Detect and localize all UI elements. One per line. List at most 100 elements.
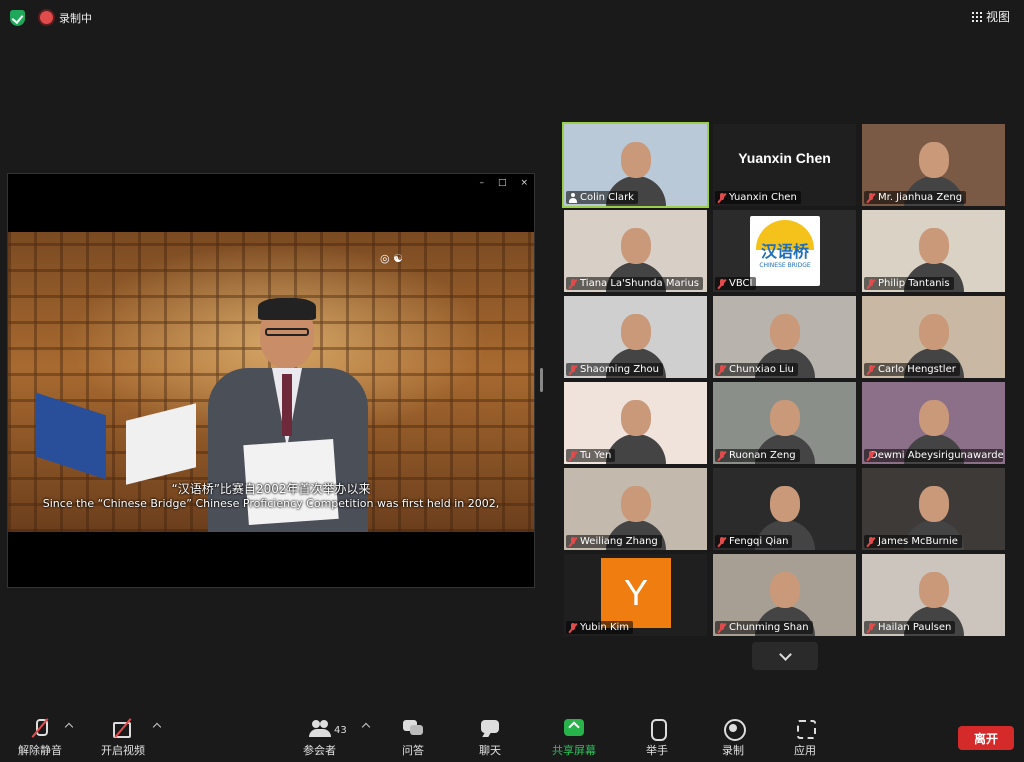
top-bar: 录制中 视图: [0, 0, 1024, 36]
participant-face: [769, 572, 800, 608]
participant-tile[interactable]: Y Yubin Kim: [564, 554, 707, 636]
participant-tile[interactable]: Ruonan Zeng: [713, 382, 856, 464]
participant-name-tag: Yuanxin Chen: [715, 191, 801, 204]
participant-tile[interactable]: Tiana La'Shunda Marius: [564, 210, 707, 292]
participant-name-tag: Dewmi Abeysirigunawardena: [864, 449, 1003, 462]
participant-name-tag: Weiliang Zhang: [566, 535, 662, 548]
participant-face: [918, 486, 949, 522]
participant-tile[interactable]: Shaoming Zhou: [564, 296, 707, 378]
record-icon: [722, 718, 746, 741]
raise-hand-button[interactable]: 举手: [646, 718, 668, 758]
participant-tile[interactable]: Dewmi Abeysirigunawardena: [862, 382, 1005, 464]
security-shield-icon[interactable]: [10, 10, 25, 26]
microphone-muted-icon: [867, 278, 875, 289]
participant-name-tag: Philip Tantanis: [864, 277, 954, 290]
microphone-muted-icon: [718, 622, 726, 633]
participant-name-tag: Shaoming Zhou: [566, 363, 663, 376]
participant-tile[interactable]: Hailan Paulsen: [862, 554, 1005, 636]
subtitle-chinese: “汉语桥”比赛自2002年首次举办以来: [171, 482, 371, 496]
participant-name-tag: Mr. Jianhua Zeng: [864, 191, 967, 204]
participant-name: Hailan Paulsen: [878, 622, 952, 633]
participants-options-caret-icon[interactable]: [361, 722, 371, 732]
microphone-muted-icon: [569, 364, 577, 375]
participant-tile[interactable]: Mr. Jianhua Zeng: [862, 124, 1005, 206]
participant-name: Carlo Hengstler: [878, 364, 956, 375]
participant-face: [918, 142, 949, 178]
participant-gallery: Colin Clark Yuanxin Chen Yuanxin Chen Mr. J…: [562, 122, 1006, 636]
chat-button[interactable]: 聊天: [479, 718, 501, 758]
microphone-muted-icon: [867, 536, 875, 547]
view-button[interactable]: 视图: [971, 8, 1010, 25]
participant-tile[interactable]: 汉语桥 CHINESE BRIDGE VBCI: [713, 210, 856, 292]
participant-name: Shaoming Zhou: [580, 364, 659, 375]
participant-face: [620, 314, 651, 350]
participant-name: Yubin Kim: [580, 622, 630, 633]
participant-name: Fengqi Qian: [729, 536, 789, 547]
participant-name-tag: Hailan Paulsen: [864, 621, 956, 634]
participant-tile[interactable]: Carlo Hengstler: [862, 296, 1005, 378]
participant-face: [620, 486, 651, 522]
participants-icon: [308, 718, 331, 738]
recording-icon[interactable]: [40, 11, 53, 24]
host-icon: [569, 192, 577, 203]
participant-tile[interactable]: Tu Yen: [564, 382, 707, 464]
microphone-muted-icon: [718, 364, 726, 375]
participant-name: Mr. Jianhua Zeng: [878, 192, 963, 203]
video-options-caret-icon[interactable]: [152, 722, 162, 732]
participant-tile[interactable]: Fengqi Qian: [713, 468, 856, 550]
participant-tile[interactable]: Chunxiao Liu: [713, 296, 856, 378]
participant-name-tag: VBCI: [715, 277, 757, 290]
participant-tile[interactable]: Weiliang Zhang: [564, 468, 707, 550]
participant-name-tag: Fengqi Qian: [715, 535, 793, 548]
window-controls: – □ ×: [479, 178, 528, 188]
participant-name: Ruonan Zeng: [729, 450, 796, 461]
apps-button[interactable]: 应用: [794, 718, 816, 758]
participant-tile[interactable]: Yuanxin Chen Yuanxin Chen: [713, 124, 856, 206]
minimize-icon[interactable]: –: [479, 178, 484, 188]
start-video-label: 开启视频: [101, 744, 145, 757]
participant-name: Chunming Shan: [729, 622, 809, 633]
microphone-muted-icon: [867, 364, 875, 375]
shared-screen-window[interactable]: – □ × ◎ ☯ “汉语桥”比赛自2002年首次举办以来 Since the …: [7, 173, 535, 588]
participant-tile[interactable]: Philip Tantanis: [862, 210, 1005, 292]
participant-name-tag: Ruonan Zeng: [715, 449, 800, 462]
microphone-muted-icon: [718, 192, 726, 203]
chinese-bridge-logo-icon: 汉语桥 CHINESE BRIDGE: [750, 216, 820, 286]
participant-name-tag: Tu Yen: [566, 449, 616, 462]
unmute-label: 解除静音: [18, 744, 62, 757]
participant-name: James McBurnie: [878, 536, 958, 547]
participant-name-tag: Chunming Shan: [715, 621, 813, 634]
participant-name-tag: James McBurnie: [864, 535, 962, 548]
share-screen-label: 共享屏幕: [552, 744, 596, 757]
gallery-next-page-button[interactable]: [752, 642, 818, 670]
qa-button[interactable]: 问答: [402, 718, 424, 758]
microphone-muted-icon: [569, 622, 577, 633]
participant-face: [620, 400, 651, 436]
microphone-muted-icon: [718, 536, 726, 547]
participant-name: Dewmi Abeysirigunawardena: [870, 450, 1003, 461]
leave-button[interactable]: 离开: [958, 726, 1014, 750]
participant-tile[interactable]: Chunming Shan: [713, 554, 856, 636]
participant-name-tag: Colin Clark: [566, 191, 638, 204]
camera-off-icon: [112, 718, 134, 738]
recording-label[interactable]: 录制中: [59, 10, 92, 26]
qa-label: 问答: [402, 744, 424, 757]
close-icon[interactable]: ×: [520, 178, 528, 188]
participant-tile[interactable]: James McBurnie: [862, 468, 1005, 550]
apps-label: 应用: [794, 744, 816, 757]
avatar: Y: [601, 558, 671, 628]
participant-name-card: Yuanxin Chen: [738, 150, 831, 166]
participant-name: Weiliang Zhang: [580, 536, 658, 547]
share-screen-button[interactable]: 共享屏幕: [552, 718, 596, 758]
split-resize-handle[interactable]: [540, 368, 543, 392]
hand-icon: [646, 718, 668, 741]
record-button[interactable]: 录制: [722, 718, 746, 758]
participants-button[interactable]: 参会者: [303, 718, 336, 758]
maximize-icon[interactable]: □: [498, 178, 507, 188]
start-video-button[interactable]: 开启视频: [101, 718, 145, 758]
participant-face: [620, 228, 651, 264]
participant-tile[interactable]: Colin Clark: [562, 122, 709, 208]
audio-options-caret-icon[interactable]: [64, 722, 74, 732]
participant-face: [918, 314, 949, 350]
unmute-button[interactable]: 解除静音: [18, 718, 62, 758]
